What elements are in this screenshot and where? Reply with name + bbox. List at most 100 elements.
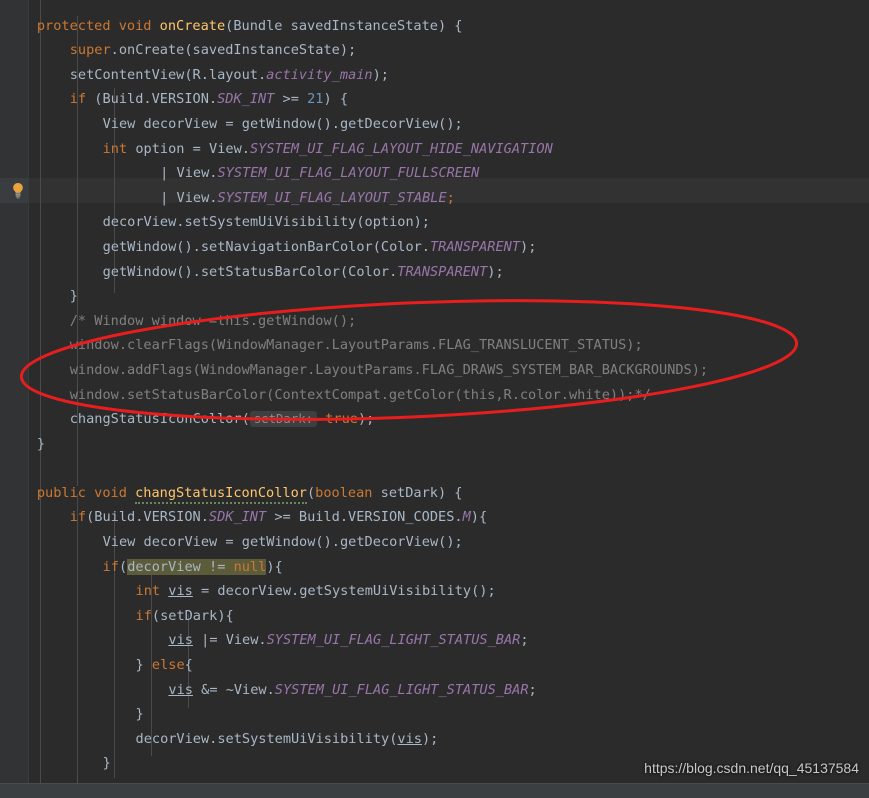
- code-token: SYSTEM_UI_FLAG_LIGHT_STATUS_BAR: [266, 632, 521, 649]
- watermark-url: https://blog.csdn.net/qq_45137584: [644, 760, 859, 776]
- code-token: |= View.: [192, 632, 267, 649]
- code-token: .onCreate(savedInstanceState);: [110, 42, 357, 59]
- code-token: if: [102, 558, 119, 575]
- code-token: ;: [446, 189, 455, 206]
- code-token: (: [119, 558, 128, 575]
- code-line[interactable]: super.onCreate(savedInstanceState);: [0, 38, 869, 63]
- code-line[interactable]: | View.SYSTEM_UI_FLAG_LAYOUT_FULLSCREEN: [0, 161, 869, 186]
- code-token: {: [184, 657, 193, 674]
- code-token: );: [357, 411, 375, 428]
- code-line[interactable]: setContentView(R.layout.activity_main);: [0, 63, 869, 88]
- code-token: vis: [397, 730, 422, 747]
- code-line[interactable]: decorView.setSystemUiVisibility(option);: [0, 210, 869, 235]
- code-token: window.addFlags(WindowManager.LayoutPara…: [69, 361, 709, 378]
- code-line[interactable]: }: [0, 702, 869, 727]
- code-line[interactable]: View decorView = getWindow().getDecorVie…: [0, 112, 869, 137]
- code-token: TRANSPARENT: [397, 263, 488, 280]
- code-token: }: [135, 657, 152, 674]
- code-token: | View.: [160, 165, 218, 182]
- lightbulb-icon[interactable]: [10, 182, 26, 199]
- code-token: window.clearFlags(WindowManager.LayoutPa…: [69, 337, 643, 354]
- code-token: SYSTEM_UI_FLAG_LIGHT_STATUS_BAR: [274, 681, 529, 698]
- code-line[interactable]: if (Build.VERSION.SDK_INT >= 21) {: [0, 87, 869, 112]
- code-line[interactable]: decorView.setSystemUiVisibility(vis);: [0, 727, 869, 752]
- code-token: ){: [470, 509, 488, 526]
- code-token: );: [487, 263, 504, 280]
- code-line[interactable]: int option = View.SYSTEM_UI_FLAG_LAYOUT_…: [0, 137, 869, 162]
- code-token: decorView !=: [127, 558, 234, 575]
- code-token: }: [36, 435, 46, 452]
- code-token: else: [151, 657, 185, 674]
- code-line[interactable]: }: [0, 0, 869, 14]
- code-line[interactable]: }: [0, 432, 869, 457]
- code-line[interactable]: vis &= ~View.SYSTEM_UI_FLAG_LIGHT_STATUS…: [0, 678, 869, 703]
- code-line[interactable]: protected void onCreate(Bundle savedInst…: [0, 14, 869, 39]
- code-line[interactable]: window.setStatusBarColor(ContextCompat.g…: [0, 383, 869, 408]
- code-line[interactable]: if(Build.VERSION.SDK_INT >= Build.VERSIO…: [0, 505, 869, 530]
- code-token: vis: [168, 681, 193, 698]
- code-token: changStatusIconCollor(: [69, 411, 250, 428]
- code-token: setContentView(R.layout.: [69, 66, 267, 83]
- code-line[interactable]: getWindow().setNavigationBarColor(Color.…: [0, 235, 869, 260]
- code-token: decorView.setSystemUiVisibility(: [135, 730, 398, 747]
- code-line[interactable]: if(decorView != null){: [0, 555, 869, 580]
- code-token: if: [69, 91, 87, 108]
- code-token: (setDark){: [151, 607, 234, 624]
- code-token: getWindow().setStatusBarColor(Color.: [102, 263, 398, 280]
- editor-status-bar: [0, 783, 869, 798]
- code-token: );: [520, 238, 537, 255]
- code-line[interactable]: window.clearFlags(WindowManager.LayoutPa…: [0, 333, 869, 358]
- code-line[interactable]: /* Window window =this.getWindow();: [0, 309, 869, 334]
- code-token: ;: [528, 681, 537, 698]
- code-token: vis: [168, 583, 193, 600]
- code-token: onCreate: [159, 17, 226, 34]
- code-token: if: [135, 607, 152, 624]
- code-token: protected: [36, 17, 111, 34]
- code-token: SDK_INT: [208, 509, 267, 526]
- code-token: }: [102, 755, 111, 772]
- code-token: ;: [520, 632, 529, 649]
- code-token: decorView.setSystemUiVisibility(option);: [102, 214, 430, 231]
- code-editor[interactable]: }protected void onCreate(Bundle savedIns…: [0, 0, 869, 798]
- code-token: vis: [168, 632, 193, 649]
- code-token: }: [69, 288, 78, 305]
- code-token: SYSTEM_UI_FLAG_LAYOUT_STABLE: [217, 189, 447, 206]
- code-line[interactable]: }: [0, 284, 869, 309]
- code-line[interactable]: int vis = decorView.getSystemUiVisibilit…: [0, 579, 869, 604]
- code-token: >= Build.VERSION_CODES.: [266, 509, 463, 526]
- code-line[interactable]: getWindow().setStatusBarColor(Color.TRAN…: [0, 260, 869, 285]
- code-line[interactable]: public void changStatusIconCollor(boolea…: [0, 481, 869, 506]
- code-line[interactable]: if(setDark){: [0, 604, 869, 629]
- code-token: &= ~View.: [192, 681, 275, 698]
- code-line[interactable]: vis |= View.SYSTEM_UI_FLAG_LIGHT_STATUS_…: [0, 628, 869, 653]
- code-token: SYSTEM_UI_FLAG_LAYOUT_HIDE_NAVIGATION: [249, 140, 553, 157]
- code-token: (: [306, 484, 316, 501]
- code-token: (Build.VERSION.: [86, 509, 209, 526]
- code-line[interactable]: [0, 456, 869, 481]
- code-line[interactable]: } else{: [0, 653, 869, 678]
- code-token: );: [372, 66, 389, 83]
- code-token: (Bundle savedInstanceState) {: [225, 17, 463, 34]
- code-token: boolean: [315, 484, 373, 501]
- code-line[interactable]: | View.SYSTEM_UI_FLAG_LAYOUT_STABLE;: [0, 186, 869, 211]
- code-token: | View.: [160, 189, 218, 206]
- code-token: ){: [266, 558, 283, 575]
- code-token: activity_main: [266, 66, 373, 83]
- code-line[interactable]: changStatusIconCollor(setDark: true);: [0, 407, 869, 432]
- code-content[interactable]: }protected void onCreate(Bundle savedIns…: [0, 0, 869, 776]
- code-token: SDK_INT: [217, 91, 275, 108]
- code-line[interactable]: window.addFlags(WindowManager.LayoutPara…: [0, 358, 869, 383]
- code-token: SYSTEM_UI_FLAG_LAYOUT_FULLSCREEN: [217, 165, 480, 182]
- code-token: );: [421, 730, 439, 747]
- code-line[interactable]: View decorView = getWindow().getDecorVie…: [0, 530, 869, 555]
- code-token: getWindow().setNavigationBarColor(Color.: [102, 238, 430, 255]
- editor-gutter[interactable]: [0, 0, 29, 798]
- code-token: window.setStatusBarColor(ContextCompat.g…: [69, 386, 651, 403]
- code-token: super: [69, 42, 111, 59]
- code-token: M: [462, 509, 471, 526]
